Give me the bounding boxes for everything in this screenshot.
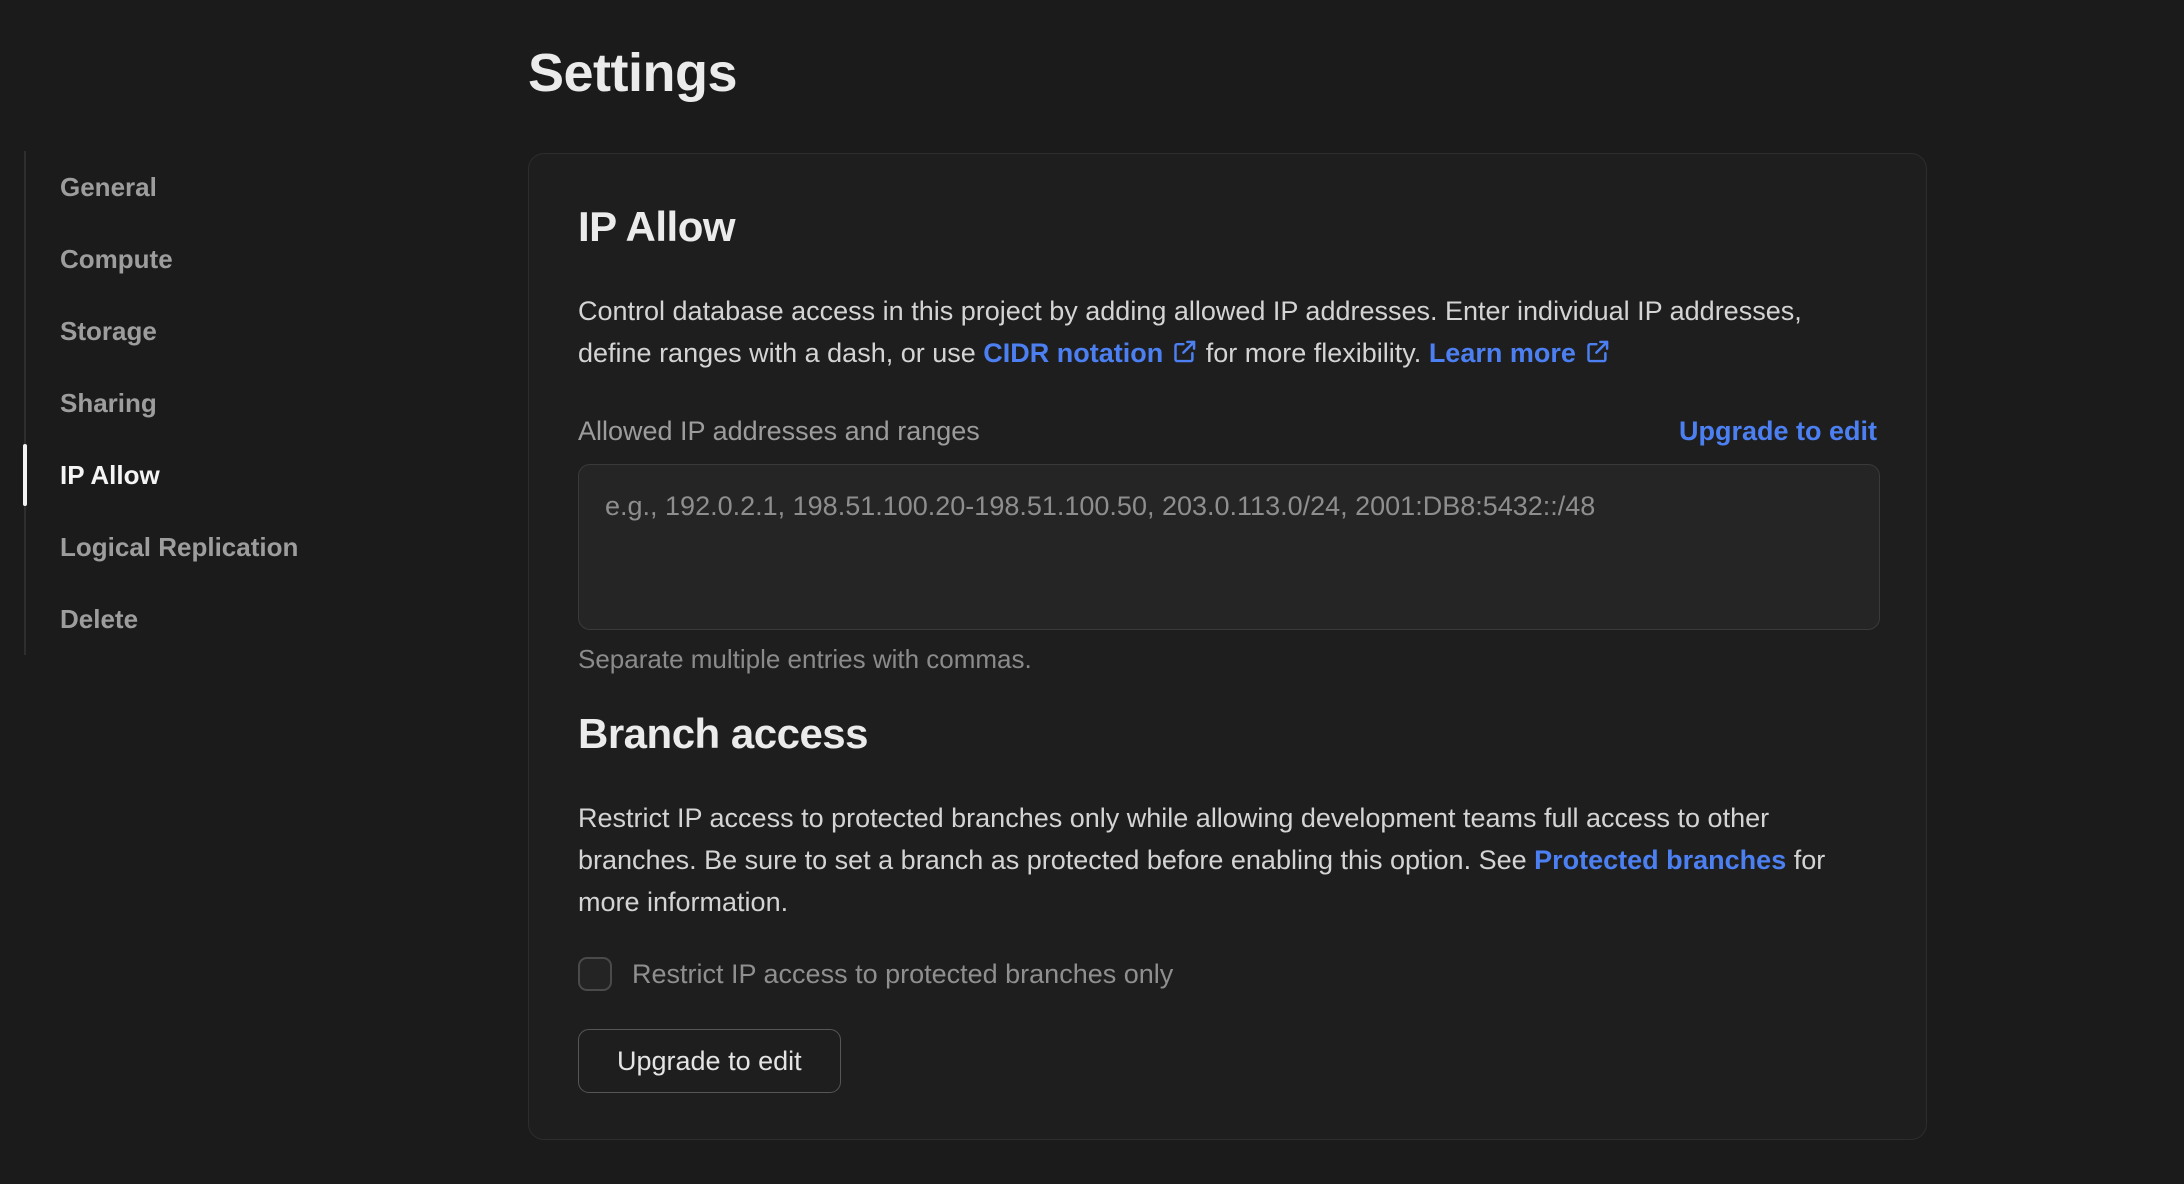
restrict-ip-checkbox[interactable] xyxy=(578,957,612,991)
ip-allow-settings-panel: IP Allow Control database access in this… xyxy=(528,153,1927,1140)
ip-allow-heading: IP Allow xyxy=(578,203,736,250)
cidr-notation-link[interactable]: CIDR notation xyxy=(983,338,1163,368)
allowed-ips-field-label: Allowed IP addresses and ranges xyxy=(578,416,980,446)
allowed-ips-textarea[interactable] xyxy=(578,464,1880,630)
sidebar-item-sharing[interactable]: Sharing xyxy=(26,367,444,439)
ip-allow-description: Control database access in this project … xyxy=(578,290,1877,374)
sidebar-item-general[interactable]: General xyxy=(26,151,444,223)
restrict-ip-checkbox-row: Restrict IP access to protected branches… xyxy=(578,957,1877,991)
protected-branches-link[interactable]: Protected branches xyxy=(1534,845,1786,875)
branch-access-heading: Branch access xyxy=(578,710,869,757)
upgrade-to-edit-link[interactable]: Upgrade to edit xyxy=(1679,410,1877,452)
sidebar-item-delete[interactable]: Delete xyxy=(26,583,444,655)
sidebar-item-compute[interactable]: Compute xyxy=(26,223,444,295)
sidebar-item-logical-replication[interactable]: Logical Replication xyxy=(26,511,444,583)
sidebar-item-ip-allow[interactable]: IP Allow xyxy=(23,439,444,511)
allowed-ips-field-row: Allowed IP addresses and ranges Upgrade … xyxy=(578,410,1877,452)
page-title: Settings xyxy=(528,43,738,103)
branch-access-description: Restrict IP access to protected branches… xyxy=(578,797,1877,923)
sidebar-item-storage[interactable]: Storage xyxy=(26,295,444,367)
restrict-ip-checkbox-label: Restrict IP access to protected branches… xyxy=(632,958,1174,989)
allowed-ips-helper-text: Separate multiple entries with commas. xyxy=(578,644,1032,674)
learn-more-link[interactable]: Learn more xyxy=(1429,338,1576,368)
external-link-icon xyxy=(1174,340,1196,363)
settings-sidebar-nav: General Compute Storage Sharing IP Allow… xyxy=(23,151,444,655)
ip-allow-description-text-2: for more flexibility. xyxy=(1198,338,1429,368)
upgrade-to-edit-button[interactable]: Upgrade to edit xyxy=(578,1029,841,1093)
external-link-icon xyxy=(1587,340,1609,363)
